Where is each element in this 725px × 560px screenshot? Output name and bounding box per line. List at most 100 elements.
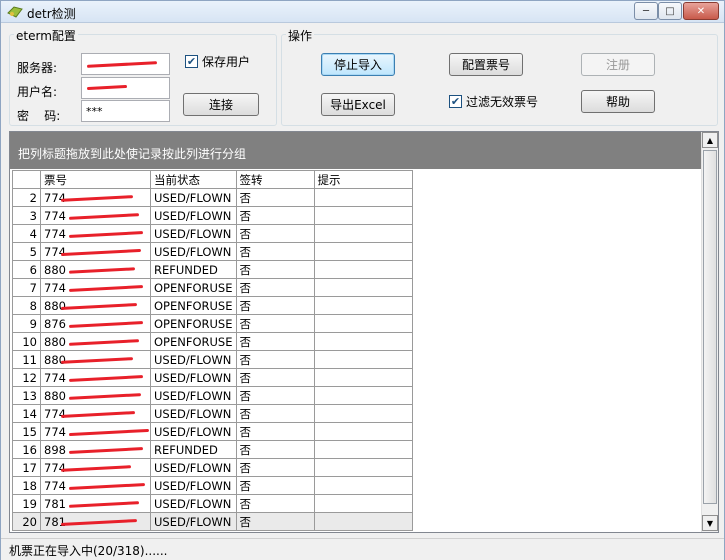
- note-cell: [313, 224, 413, 243]
- ticket-number-cell: 774: [40, 476, 151, 495]
- table-header-row: 票号 当前状态 签转 提示: [12, 170, 413, 189]
- note-cell: [313, 368, 413, 387]
- ticket-redaction: [68, 213, 140, 220]
- ticket-number-cell: 898: [40, 440, 151, 459]
- table-row[interactable]: 5 774 USED/FLOWN 否: [12, 242, 413, 261]
- table-row[interactable]: 15 774 USED/FLOWN 否: [12, 422, 413, 441]
- table-row[interactable]: 14 774 USED/FLOWN 否: [12, 404, 413, 423]
- ticket-redaction: [68, 285, 144, 292]
- scroll-down-icon[interactable]: ▼: [702, 515, 718, 531]
- table-row[interactable]: 4 774 USED/FLOWN 否: [12, 224, 413, 243]
- ticket-redaction: [68, 393, 142, 400]
- ticket-redaction: [68, 447, 144, 454]
- table-row[interactable]: 20 781 USED/FLOWN 否: [12, 512, 413, 531]
- status-cell: USED/FLOWN: [150, 350, 237, 369]
- group-by-panel[interactable]: 把列标题拖放到此处使记录按此列进行分组: [10, 132, 702, 169]
- table-row[interactable]: 6 880 REFUNDED 否: [12, 260, 413, 279]
- password-label: 密 码:: [17, 109, 61, 123]
- status-cell: OPENFORUSE: [150, 314, 237, 333]
- endorse-cell: 否: [235, 332, 315, 351]
- ticket-number-text: 880: [44, 262, 66, 277]
- operations-legend: 操作: [286, 27, 315, 44]
- endorse-cell: 否: [235, 260, 315, 279]
- ticket-number-cell: 880: [40, 332, 151, 351]
- column-header-endorse[interactable]: 签转: [235, 170, 315, 189]
- note-cell: [313, 278, 413, 297]
- ticket-number-text: 774: [44, 226, 66, 241]
- filter-invalid-checkbox[interactable]: ✔ 过滤无效票号: [449, 93, 538, 110]
- ticket-number-cell: 774: [40, 368, 151, 387]
- help-button[interactable]: 帮助: [581, 90, 655, 113]
- endorse-cell: 否: [235, 314, 315, 333]
- password-input[interactable]: [81, 100, 170, 122]
- scroll-thumb[interactable]: [703, 150, 717, 504]
- table-row[interactable]: 18 774 USED/FLOWN 否: [12, 476, 413, 495]
- ticket-number-cell: 880: [40, 260, 151, 279]
- status-cell: USED/FLOWN: [150, 404, 237, 423]
- ticket-number-cell: 774: [40, 458, 151, 477]
- endorse-cell: 否: [235, 476, 315, 495]
- status-cell: USED/FLOWN: [150, 368, 237, 387]
- ticket-redaction: [60, 303, 138, 310]
- table-row[interactable]: 19 781 USED/FLOWN 否: [12, 494, 413, 513]
- status-bar: 机票正在导入中(20/318)......: [1, 538, 724, 560]
- grid-vertical-scrollbar[interactable]: ▲ ▼: [701, 132, 718, 532]
- column-header-note[interactable]: 提示: [313, 170, 413, 189]
- ticket-number-text: 774: [44, 244, 66, 259]
- table-row[interactable]: 8 880 OPENFORUSE 否: [12, 296, 413, 315]
- table-row[interactable]: 13 880 USED/FLOWN 否: [12, 386, 413, 405]
- title-bar[interactable]: detr检测 ─ □ ✕: [1, 1, 724, 23]
- ticket-grid[interactable]: 把列标题拖放到此处使记录按此列进行分组 票号 当前状态 签转 提示 2 774 US…: [9, 131, 719, 533]
- column-header-status[interactable]: 当前状态: [150, 170, 237, 189]
- status-cell: USED/FLOWN: [150, 386, 237, 405]
- connect-button[interactable]: 连接: [183, 93, 259, 116]
- note-cell: [313, 404, 413, 423]
- endorse-cell: 否: [235, 440, 315, 459]
- status-cell: OPENFORUSE: [150, 278, 237, 297]
- table-row[interactable]: 10 880 OPENFORUSE 否: [12, 332, 413, 351]
- table-row[interactable]: 17 774 USED/FLOWN 否: [12, 458, 413, 477]
- row-number-cell: 20: [12, 512, 41, 531]
- status-cell: REFUNDED: [150, 260, 237, 279]
- table-row[interactable]: 12 774 USED/FLOWN 否: [12, 368, 413, 387]
- note-cell: [313, 332, 413, 351]
- export-excel-button[interactable]: 导出Excel: [321, 93, 395, 116]
- table-row[interactable]: 11 880 USED/FLOWN 否: [12, 350, 413, 369]
- ticket-redaction: [68, 483, 146, 490]
- note-cell: [313, 260, 413, 279]
- ticket-number-cell: 880: [40, 350, 151, 369]
- note-cell: [313, 440, 413, 459]
- ticket-redaction: [68, 231, 144, 238]
- stop-import-button[interactable]: 停止导入: [321, 53, 395, 76]
- save-user-checkbox[interactable]: ✔ 保存用户: [185, 53, 250, 70]
- ticket-number-cell: 774: [40, 242, 151, 261]
- table-row[interactable]: 16 898 REFUNDED 否: [12, 440, 413, 459]
- status-text: 机票正在导入中(20/318)......: [9, 544, 168, 558]
- row-number-cell: 16: [12, 440, 41, 459]
- table-row[interactable]: 3 774 USED/FLOWN 否: [12, 206, 413, 225]
- maximize-button[interactable]: □: [658, 2, 682, 20]
- status-cell: USED/FLOWN: [150, 224, 237, 243]
- config-ticket-button[interactable]: 配置票号: [449, 53, 523, 76]
- register-button[interactable]: 注册: [581, 53, 655, 76]
- row-number-cell: 18: [12, 476, 41, 495]
- status-cell: USED/FLOWN: [150, 476, 237, 495]
- ticket-number-cell: 876: [40, 314, 151, 333]
- status-cell: OPENFORUSE: [150, 332, 237, 351]
- table-row[interactable]: 2 774 USED/FLOWN 否: [12, 188, 413, 207]
- table-row[interactable]: 9 876 OPENFORUSE 否: [12, 314, 413, 333]
- window-title: detr检测: [27, 7, 76, 21]
- ticket-number-cell: 880: [40, 296, 151, 315]
- ticket-number-cell: 774: [40, 422, 151, 441]
- minimize-button[interactable]: ─: [634, 2, 658, 20]
- ticket-number-text: 876: [44, 316, 66, 331]
- ticket-number-text: 774: [44, 208, 66, 223]
- row-number-cell: 9: [12, 314, 41, 333]
- table-row[interactable]: 7 774 OPENFORUSE 否: [12, 278, 413, 297]
- note-cell: [313, 458, 413, 477]
- status-cell: USED/FLOWN: [150, 242, 237, 261]
- column-header-ticket[interactable]: 票号: [40, 170, 151, 189]
- scroll-up-icon[interactable]: ▲: [702, 132, 718, 148]
- ticket-table[interactable]: 票号 当前状态 签转 提示 2 774 USED/FLOWN 否 3 774 USED/FL…: [12, 170, 413, 531]
- close-button[interactable]: ✕: [683, 2, 719, 20]
